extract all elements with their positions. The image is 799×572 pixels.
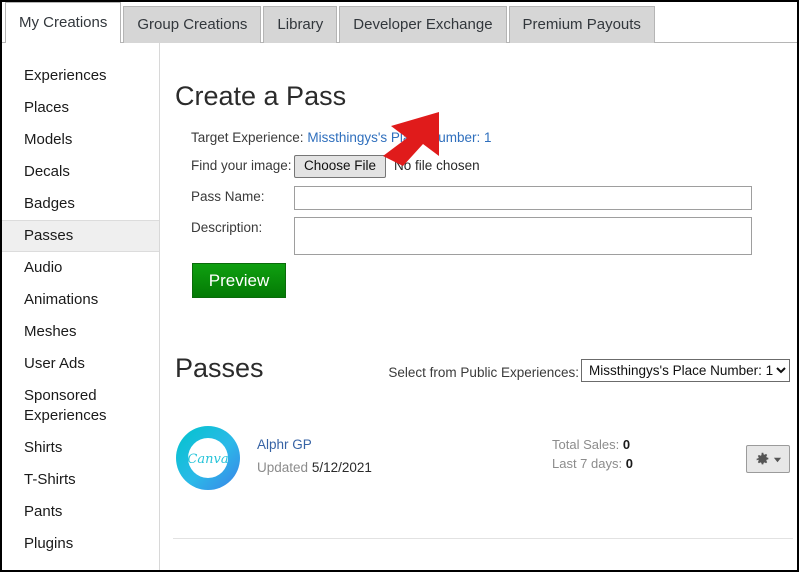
sidebar-item-user-ads[interactable]: User Ads (2, 348, 159, 380)
create-pass-form: Target Experience: Missthingys's Place N… (191, 127, 771, 262)
sidebar-item-meshes[interactable]: Meshes (2, 316, 159, 348)
sidebar-item-decals[interactable]: Decals (2, 156, 159, 188)
sidebar-item-badges[interactable]: Badges (2, 188, 159, 220)
public-experiences-label: Select from Public Experiences: (388, 365, 579, 380)
find-image-row: Find your image: Choose File No file cho… (191, 155, 771, 179)
target-experience-row: Target Experience: Missthingys's Place N… (191, 127, 771, 149)
sidebar-item-t-shirts[interactable]: T-Shirts (2, 464, 159, 496)
sidebar-item-shirts[interactable]: Shirts (2, 432, 159, 464)
description-input[interactable] (294, 217, 752, 255)
pass-updated-date: 5/12/2021 (312, 460, 372, 475)
total-sales-label: Total Sales: (552, 437, 619, 452)
tab-library[interactable]: Library (263, 6, 337, 43)
public-experiences-select[interactable]: Missthingys's Place Number: 1 (581, 359, 790, 382)
tab-developer-exchange[interactable]: Developer Exchange (339, 6, 506, 43)
chevron-down-icon (773, 455, 782, 464)
tab-list: My Creations Group Creations Library Dev… (5, 3, 657, 43)
pass-stats: Total Sales: 0 Last 7 days: 0 (552, 435, 633, 473)
sidebar-item-experiences[interactable]: Experiences (2, 60, 159, 92)
sidebar-item-sponsored-experiences[interactable]: Sponsored Experiences (2, 380, 159, 432)
tab-my-creations[interactable]: My Creations (5, 2, 121, 43)
pass-name-label: Pass Name: (191, 186, 294, 208)
sidebar-item-animations[interactable]: Animations (2, 284, 159, 316)
pass-name-link[interactable]: Alphr GP (257, 437, 312, 452)
description-label: Description: (191, 217, 294, 239)
sidebar-item-passes[interactable]: Passes (2, 220, 159, 252)
sidebar: Experiences Places Models Decals Badges … (2, 43, 160, 572)
passes-section-header: Passes Select from Public Experiences: M… (175, 353, 795, 389)
sidebar-item-models[interactable]: Models (2, 124, 159, 156)
description-row: Description: (191, 217, 771, 255)
app-window: My Creations Group Creations Library Dev… (0, 0, 799, 572)
page-title: Create a Pass (175, 81, 346, 112)
tab-bar: My Creations Group Creations Library Dev… (2, 2, 797, 43)
main-content: Create a Pass Target Experience: Missthi… (161, 43, 797, 572)
canva-logo-icon: Canva (173, 423, 243, 493)
sidebar-item-audio[interactable]: Audio (2, 252, 159, 284)
sidebar-item-plugins[interactable]: Plugins (2, 528, 159, 560)
no-file-chosen-text: No file chosen (394, 155, 480, 177)
total-sales-row: Total Sales: 0 (552, 435, 633, 454)
choose-file-button[interactable]: Choose File (294, 155, 386, 178)
pass-list-divider (173, 538, 793, 539)
last-7-days-value: 0 (626, 456, 633, 471)
last-7-days-row: Last 7 days: 0 (552, 454, 633, 473)
preview-button[interactable]: Preview (192, 263, 286, 298)
pass-settings-menu-button[interactable] (746, 445, 790, 473)
pass-updated-text: Updated 5/12/2021 (257, 460, 372, 475)
pass-thumbnail[interactable]: Canva (173, 423, 243, 493)
tab-premium-payouts[interactable]: Premium Payouts (509, 6, 655, 43)
gear-icon (755, 452, 770, 467)
sidebar-item-places[interactable]: Places (2, 92, 159, 124)
total-sales-value: 0 (623, 437, 630, 452)
target-experience-link[interactable]: Missthingys's Place Number: 1 (307, 130, 491, 145)
tab-group-creations[interactable]: Group Creations (123, 6, 261, 43)
pass-list-item: Canva Alphr GP Updated 5/12/2021 Total S… (173, 423, 795, 513)
passes-section-title: Passes (175, 353, 264, 384)
pass-name-row: Pass Name: (191, 186, 771, 210)
svg-text:Canva: Canva (187, 452, 228, 467)
target-experience-label: Target Experience: (191, 130, 304, 145)
pass-name-input[interactable] (294, 186, 752, 210)
pass-updated-label: Updated (257, 460, 308, 475)
last-7-days-label: Last 7 days: (552, 456, 622, 471)
find-image-label: Find your image: (191, 155, 294, 177)
sidebar-item-pants[interactable]: Pants (2, 496, 159, 528)
